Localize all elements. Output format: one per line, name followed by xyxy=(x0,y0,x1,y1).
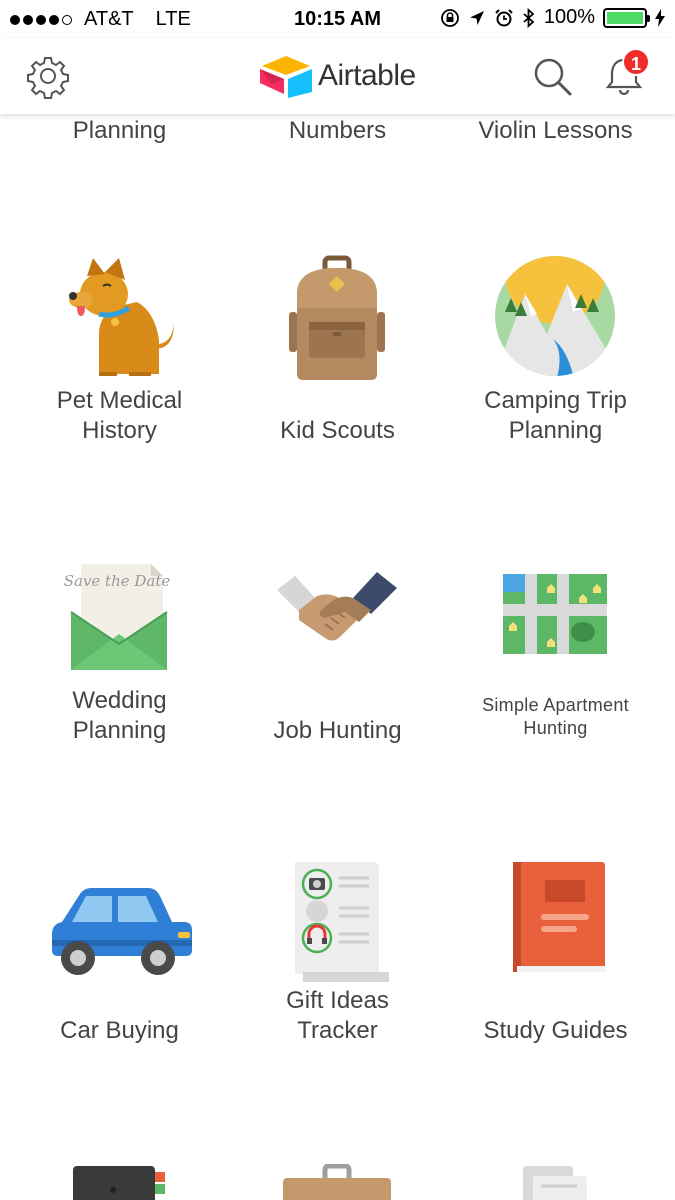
save-the-date-envelope-icon: Save the Date xyxy=(64,564,171,670)
battery-percent: 100% xyxy=(543,6,595,28)
template-partial-2[interactable] xyxy=(225,1154,450,1200)
template-label: Camping Trip Planning xyxy=(484,387,627,444)
template-label: Study Guides xyxy=(483,1017,628,1044)
template-label: Pet Medical History xyxy=(56,387,183,444)
template-partial-1[interactable] xyxy=(7,1154,232,1200)
alarm-icon xyxy=(495,8,513,26)
map-icon xyxy=(503,574,607,654)
charging-bolt-icon xyxy=(655,8,665,27)
template-partial-3[interactable] xyxy=(443,1154,668,1200)
gear-icon xyxy=(27,57,69,99)
app-name: Airtable xyxy=(318,59,416,92)
notifications-button[interactable]: 1 xyxy=(600,48,650,100)
handshake-icon xyxy=(277,572,397,641)
template-grid: Planning Numbers Violin Lessons Pet Medi… xyxy=(0,114,675,1200)
template-planning[interactable]: Planning xyxy=(7,114,232,154)
template-pet-medical-history[interactable]: Pet Medical History xyxy=(7,254,232,454)
app-header: Airtable 1 xyxy=(0,38,675,114)
notification-badge: 1 xyxy=(622,48,650,76)
template-study-guides[interactable]: Study Guides xyxy=(443,854,668,1054)
template-gift-ideas-tracker[interactable]: Gift Ideas Tracker xyxy=(225,854,450,1054)
car-icon xyxy=(52,888,192,975)
template-numbers[interactable]: Numbers xyxy=(225,114,450,154)
briefcase-icon xyxy=(283,1164,391,1200)
template-label: Wedding Planning xyxy=(72,687,167,744)
template-label: Numbers xyxy=(288,117,387,144)
book-icon xyxy=(513,862,605,972)
dog-icon xyxy=(69,258,174,376)
status-bar: AT&T LTE 10:15 AM 100% xyxy=(0,0,675,38)
template-wedding-planning[interactable]: Save the Date Wedding Planning xyxy=(7,554,232,754)
save-the-date-text: Save the Date xyxy=(64,572,171,590)
template-label: Kid Scouts xyxy=(280,417,395,444)
bluetooth-icon xyxy=(523,7,535,28)
template-label: Job Hunting xyxy=(273,717,402,744)
orientation-lock-icon xyxy=(440,8,459,27)
template-kid-scouts[interactable]: Kid Scouts xyxy=(225,254,450,454)
documents-icon xyxy=(523,1166,587,1200)
notebook-icon xyxy=(73,1166,165,1200)
template-label: Gift Ideas Tracker xyxy=(286,987,389,1044)
search-icon xyxy=(534,58,572,96)
template-job-hunting[interactable]: Job Hunting xyxy=(225,554,450,754)
template-label: Planning xyxy=(72,117,167,144)
settings-button[interactable] xyxy=(24,52,72,100)
template-violin-lessons[interactable]: Violin Lessons xyxy=(443,114,668,154)
mountain-landscape-icon xyxy=(495,256,615,376)
battery-icon xyxy=(603,7,650,28)
gift-list-document-icon xyxy=(295,862,389,982)
airtable-logo-icon xyxy=(260,56,312,98)
template-label: Violin Lessons xyxy=(478,117,633,144)
status-right: 100% xyxy=(440,6,665,29)
search-button[interactable] xyxy=(528,52,576,100)
location-arrow-icon xyxy=(469,10,484,25)
template-label: Car Buying xyxy=(60,1017,179,1044)
airtable-logo: Airtable xyxy=(258,54,416,98)
template-camping-trip-planning[interactable]: Camping Trip Planning xyxy=(443,254,668,454)
template-simple-apartment-hunting[interactable]: Simple Apartment Hunting xyxy=(443,554,668,754)
template-car-buying[interactable]: Car Buying xyxy=(7,854,232,1054)
backpack-icon xyxy=(289,255,385,380)
template-label: Simple Apartment Hunting xyxy=(482,695,629,738)
